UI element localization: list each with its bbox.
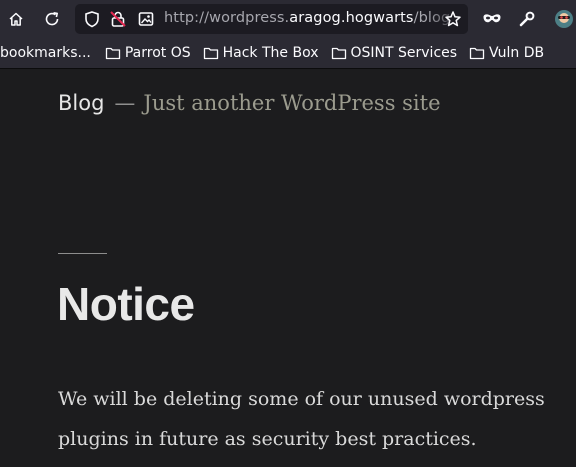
folder-icon bbox=[331, 47, 346, 60]
bookmark-folder-parrot-os[interactable]: Parrot OS bbox=[105, 45, 191, 61]
star-icon bbox=[445, 11, 461, 27]
home-button[interactable] bbox=[2, 5, 30, 33]
folder-icon bbox=[105, 47, 121, 60]
home-icon bbox=[9, 12, 23, 26]
title-divider bbox=[58, 253, 107, 254]
wrench-icon bbox=[519, 11, 535, 27]
reload-icon bbox=[45, 12, 59, 26]
post-paragraph: We will be deleting some of our unused w… bbox=[58, 388, 545, 450]
shield-icon[interactable] bbox=[83, 10, 101, 28]
post-content: We will be deleting some of our unused w… bbox=[58, 379, 558, 459]
url-host: aragog.hogwarts bbox=[289, 10, 414, 26]
mask-icon bbox=[483, 14, 501, 23]
bookmark-label: bookmarks... bbox=[0, 45, 91, 61]
url-bar[interactable]: http://wordpress.aragog.hogwarts/blog bbox=[75, 4, 468, 34]
bookmarks-toolbar: bookmarks... Parrot OS Hack The Box OSIN… bbox=[0, 38, 576, 69]
bookmark-label: Vuln DB bbox=[489, 45, 545, 61]
page-image-icon[interactable] bbox=[137, 10, 155, 28]
bookmark-folder-vuln-db[interactable]: Vuln DB bbox=[469, 45, 544, 61]
url-text[interactable]: http://wordpress.aragog.hogwarts/blog bbox=[164, 10, 450, 26]
bookmark-folder-hack-the-box[interactable]: Hack The Box bbox=[203, 45, 319, 61]
browser-toolbar: http://wordpress.aragog.hogwarts/blog bbox=[0, 0, 576, 38]
web-page: Blog — Just another WordPress site Notice … bbox=[0, 69, 576, 467]
extension-button[interactable] bbox=[550, 5, 576, 33]
url-prefix: http://wordpress. bbox=[164, 10, 290, 26]
tools-button[interactable] bbox=[513, 5, 541, 33]
bookmark-star-button[interactable] bbox=[439, 5, 467, 33]
private-mask-button[interactable] bbox=[478, 5, 506, 33]
site-title-link[interactable]: Blog bbox=[58, 91, 104, 115]
extension-avatar-icon bbox=[555, 10, 573, 28]
reload-button[interactable] bbox=[38, 5, 66, 33]
folder-icon bbox=[469, 47, 485, 60]
bookmark-label: Hack The Box bbox=[222, 45, 319, 61]
post-title: Notice bbox=[57, 278, 195, 330]
bookmark-label: OSINT Services bbox=[350, 45, 458, 61]
site-separator: — bbox=[114, 91, 136, 115]
site-description: Just another WordPress site bbox=[143, 91, 441, 115]
site-header: Blog — Just another WordPress site bbox=[58, 91, 441, 115]
insecure-lock-icon[interactable] bbox=[109, 10, 127, 28]
bookmark-folder-osint-services[interactable]: OSINT Services bbox=[331, 45, 458, 61]
folder-icon bbox=[203, 47, 218, 60]
bookmark-label: Parrot OS bbox=[124, 45, 191, 61]
bookmark-item-other[interactable]: bookmarks... bbox=[0, 45, 91, 61]
